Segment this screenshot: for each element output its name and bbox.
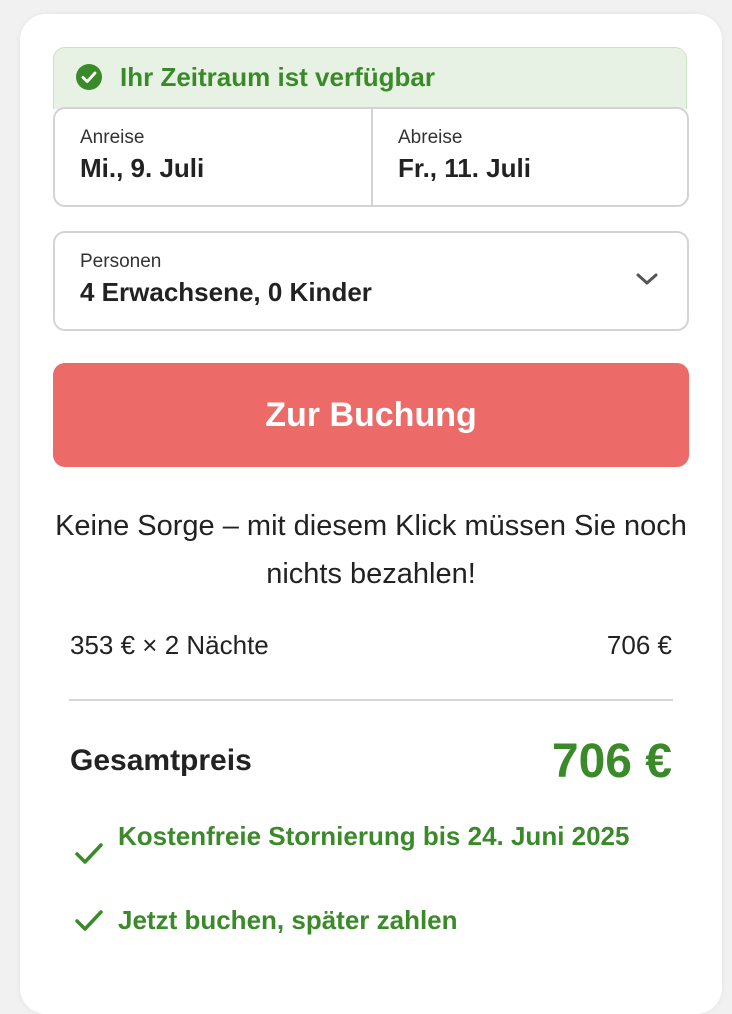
nightly-price-label: 353 € × 2 Nächte bbox=[70, 630, 269, 660]
check-icon bbox=[75, 910, 103, 931]
arrival-date-field[interactable]: Anreise Mi., 9. Juli bbox=[55, 109, 373, 205]
chevron-down-icon[interactable] bbox=[635, 271, 659, 287]
arrival-label: Anreise bbox=[80, 127, 145, 148]
departure-value: Fr., 11. Juli bbox=[398, 153, 531, 183]
guests-label: Personen bbox=[80, 251, 162, 272]
total-amount: 706 € bbox=[551, 735, 672, 788]
perk-text: Jetzt buchen, später zahlen bbox=[118, 905, 458, 935]
total-label: Gesamtpreis bbox=[70, 744, 252, 777]
price-breakdown-row: 353 € × 2 Nächte 706 € bbox=[70, 630, 672, 661]
departure-label: Abreise bbox=[398, 127, 463, 148]
perk-text: Kostenfreie Stornierung bis 24. Juni 202… bbox=[118, 821, 630, 851]
availability-banner: Ihr Zeitraum ist verfügbar bbox=[53, 47, 687, 109]
payment-note: Keine Sorge – mit diesem Klick müssen Si… bbox=[55, 510, 687, 590]
check-circle-icon bbox=[76, 64, 102, 90]
guests-value: 4 Erwachsene, 0 Kinder bbox=[80, 277, 372, 307]
divider bbox=[69, 699, 673, 701]
nightly-price-amount: 706 € bbox=[606, 630, 672, 660]
availability-text: Ihr Zeitraum ist verfügbar bbox=[120, 62, 435, 92]
arrival-value: Mi., 9. Juli bbox=[80, 153, 205, 183]
check-icon bbox=[75, 843, 103, 864]
date-selector: Anreise Mi., 9. Juli Abreise Fr., 11. Ju… bbox=[53, 107, 689, 207]
departure-date-field[interactable]: Abreise Fr., 11. Juli bbox=[373, 109, 689, 205]
book-button[interactable]: Zur Buchung bbox=[53, 363, 689, 467]
guests-select[interactable]: Personen 4 Erwachsene, 0 Kinder bbox=[53, 231, 689, 331]
